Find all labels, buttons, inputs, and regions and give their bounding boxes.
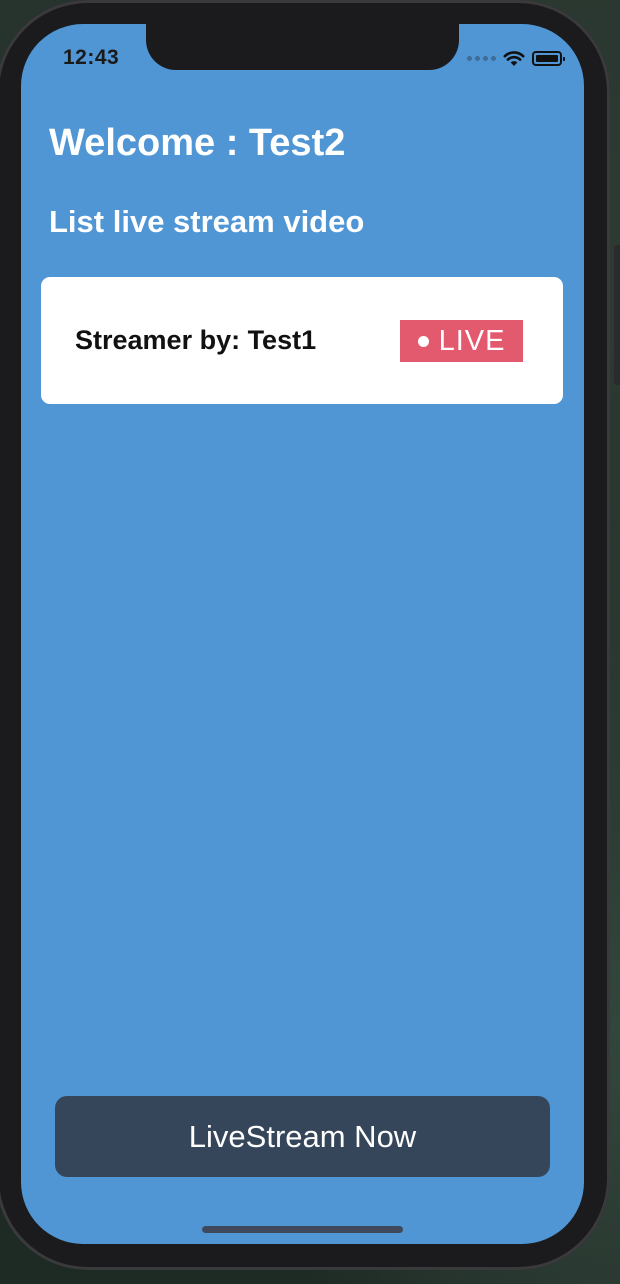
live-badge-label: LIVE — [438, 324, 506, 357]
battery-icon — [532, 50, 565, 66]
welcome-heading: Welcome : Test2 — [49, 122, 346, 164]
home-indicator[interactable] — [202, 1226, 403, 1233]
cellular-signal-icon — [467, 55, 496, 61]
status-icons — [467, 48, 565, 68]
wifi-icon — [503, 50, 525, 66]
streamer-label: Streamer by: Test1 — [75, 325, 317, 355]
side-button — [614, 245, 620, 385]
live-dot-icon — [417, 335, 429, 347]
live-badge: LIVE — [400, 320, 523, 362]
stream-list-item[interactable]: Streamer by: Test1 LIVE — [41, 277, 563, 404]
livestream-now-button[interactable]: LiveStream Now — [55, 1096, 550, 1177]
notch — [146, 24, 459, 70]
status-time: 12:43 — [63, 46, 120, 69]
list-title: List live stream video — [49, 204, 365, 239]
app-screen: 12:43 Welcome : Test2 List live stream v… — [21, 24, 584, 1244]
